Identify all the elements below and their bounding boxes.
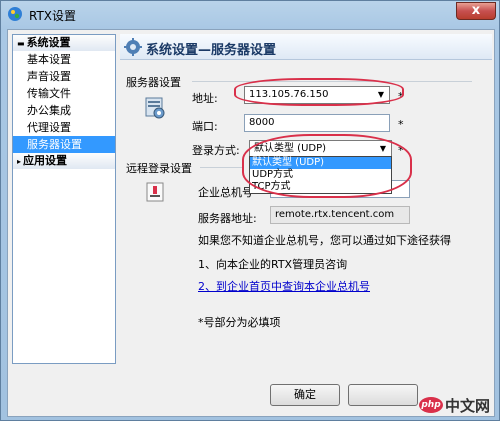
option-tcp[interactable]: TCP方式 bbox=[250, 181, 391, 193]
nav-item-file-transfer[interactable]: 传输文件 bbox=[13, 85, 115, 102]
nav-item-sound[interactable]: 声音设置 bbox=[13, 68, 115, 85]
nav-group-app[interactable]: ▸ 应用设置 bbox=[13, 153, 115, 169]
php-logo: php bbox=[419, 397, 443, 413]
group-divider bbox=[200, 167, 242, 168]
option-default-udp[interactable]: 默认类型 (UDP) bbox=[250, 157, 391, 169]
address-combo[interactable]: 113.105.76.150 ▼ bbox=[244, 86, 390, 104]
help-step-1: 1、向本企业的RTX管理员咨询 bbox=[198, 258, 348, 271]
required-mark: * bbox=[398, 144, 404, 157]
login-method-label: 登录方式: bbox=[192, 144, 240, 157]
close-button[interactable]: x bbox=[456, 2, 496, 20]
company-homepage-link[interactable]: 2、到企业首页中查询本企业总机号 bbox=[198, 278, 370, 294]
address-label: 地址: bbox=[192, 92, 218, 105]
nav-group-system[interactable]: ▬ 系统设置 bbox=[13, 35, 115, 51]
server-address-label: 服务器地址: bbox=[198, 212, 257, 225]
login-method-value: 默认类型 (UDP) bbox=[254, 143, 327, 154]
watermark-text: 中文网 bbox=[445, 397, 491, 415]
nav-item-basic[interactable]: 基本设置 bbox=[13, 51, 115, 68]
company-number-label: 企业总机号 bbox=[198, 186, 253, 199]
required-mark: * bbox=[398, 90, 404, 103]
port-label: 端口: bbox=[192, 120, 218, 133]
remote-group-label: 远程登录设置 bbox=[126, 162, 192, 175]
nav-item-office[interactable]: 办公集成 bbox=[13, 102, 115, 119]
port-input[interactable]: 8000 bbox=[244, 114, 390, 132]
server-icon bbox=[145, 97, 165, 119]
required-note: *号部分为必填项 bbox=[198, 316, 281, 329]
collapse-triangle-icon: ▬ bbox=[17, 39, 25, 48]
remote-login-icon bbox=[146, 182, 164, 202]
option-udp[interactable]: UDP方式 bbox=[250, 169, 391, 181]
help-text: 如果您不知道企业总机号，您可以通过如下途径获得 bbox=[198, 234, 451, 247]
rtx-app-icon bbox=[8, 7, 22, 21]
ok-button[interactable]: 确定 bbox=[270, 384, 340, 406]
watermark: php 中文网 bbox=[371, 381, 500, 421]
nav-item-proxy[interactable]: 代理设置 bbox=[13, 119, 115, 136]
nav-group-label: 应用设置 bbox=[23, 154, 68, 167]
rtx-settings-window: RTX设置 x ▬ 系统设置 基本设置 声音设置 传输文件 办公集成 代理设置 服… bbox=[0, 0, 500, 421]
address-value: 113.105.76.150 bbox=[249, 89, 329, 100]
nav-group-label: 系统设置 bbox=[26, 36, 71, 49]
nav-item-server[interactable]: 服务器设置 bbox=[13, 136, 115, 153]
required-mark: * bbox=[398, 118, 404, 131]
group-divider bbox=[192, 81, 472, 82]
dropdown-arrow-icon[interactable]: ▼ bbox=[374, 88, 388, 102]
settings-nav: ▬ 系统设置 基本设置 声音设置 传输文件 办公集成 代理设置 服务器设置 ▸ 应用… bbox=[12, 34, 116, 364]
dropdown-arrow-icon[interactable]: ▼ bbox=[376, 142, 390, 156]
expand-triangle-icon: ▸ bbox=[17, 157, 22, 166]
window-title: RTX设置 bbox=[29, 9, 77, 23]
server-settings-panel: 系统设置—服务器设置 服务器设置 地址: 113.105.76.150 ▼ * … bbox=[120, 34, 492, 414]
panel-header: 系统设置—服务器设置 bbox=[120, 34, 492, 60]
login-method-dropdown: 默认类型 (UDP) UDP方式 TCP方式 bbox=[249, 156, 392, 194]
settings-gear-icon bbox=[124, 38, 142, 56]
title-bar[interactable]: RTX设置 x bbox=[1, 1, 499, 27]
client-area: ▬ 系统设置 基本设置 声音设置 传输文件 办公集成 代理设置 服务器设置 ▸ 应用… bbox=[7, 29, 495, 417]
panel-title: 系统设置—服务器设置 bbox=[146, 43, 277, 58]
server-address-field: remote.rtx.tencent.com bbox=[270, 206, 410, 224]
server-group-label: 服务器设置 bbox=[126, 76, 181, 89]
